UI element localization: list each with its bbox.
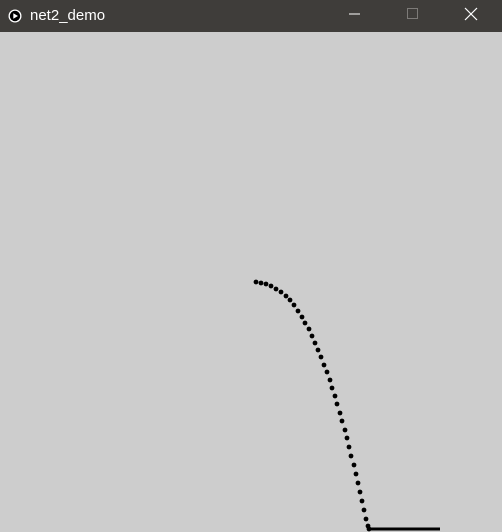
trajectory-dot <box>291 302 297 308</box>
trajectory-dot <box>344 435 350 441</box>
close-icon <box>464 7 478 26</box>
trajectory-dot <box>312 340 318 346</box>
trajectory-dot <box>332 393 338 399</box>
trajectory-dot <box>351 462 357 468</box>
trajectory-dot <box>348 453 354 459</box>
trajectory-dot <box>283 293 289 299</box>
trajectory-dot <box>337 410 343 416</box>
title-bar[interactable]: net2_demo <box>0 0 502 32</box>
trajectory-dot <box>359 498 365 504</box>
trajectory-dot <box>334 401 340 407</box>
trajectory-dot <box>357 489 363 495</box>
trajectory-dot <box>342 427 348 433</box>
trajectory-dot <box>361 507 367 513</box>
trajectory-dot <box>363 516 369 522</box>
trajectory-dot <box>306 326 312 332</box>
trajectory-dot <box>273 286 279 292</box>
sketch-drawing <box>253 279 440 532</box>
processing-play-icon <box>8 9 22 23</box>
trajectory-dot <box>253 279 259 285</box>
maximize-button[interactable] <box>390 0 436 32</box>
app-window: net2_demo <box>0 0 502 532</box>
trajectory-dot <box>299 314 305 320</box>
trajectory-dot <box>315 347 321 353</box>
sketch-canvas[interactable] <box>0 32 502 532</box>
trajectory-dot <box>302 320 308 326</box>
minimize-icon <box>349 7 361 25</box>
trajectory-dot <box>339 418 345 424</box>
trajectory-dot <box>353 471 359 477</box>
trajectory-dot <box>263 281 269 287</box>
trajectory-dot <box>324 369 330 375</box>
trajectory-dot <box>258 280 264 286</box>
trajectory-dot <box>287 297 293 303</box>
trajectory-dot <box>329 385 335 391</box>
trajectory-dot <box>346 444 352 450</box>
trajectory-dot <box>318 354 324 360</box>
trajectory-dot <box>295 308 301 314</box>
close-button[interactable] <box>448 0 494 32</box>
trajectory-dot <box>366 526 372 532</box>
trajectory-dot <box>321 362 327 368</box>
trajectory-dot <box>327 377 333 383</box>
trajectory-dot <box>309 333 315 339</box>
window-title: net2_demo <box>30 7 106 24</box>
maximize-icon <box>407 7 419 25</box>
trajectory-dot <box>278 289 284 295</box>
minimize-button[interactable] <box>332 0 378 32</box>
trajectory-dot <box>355 480 361 486</box>
trajectory-dot <box>268 283 274 289</box>
